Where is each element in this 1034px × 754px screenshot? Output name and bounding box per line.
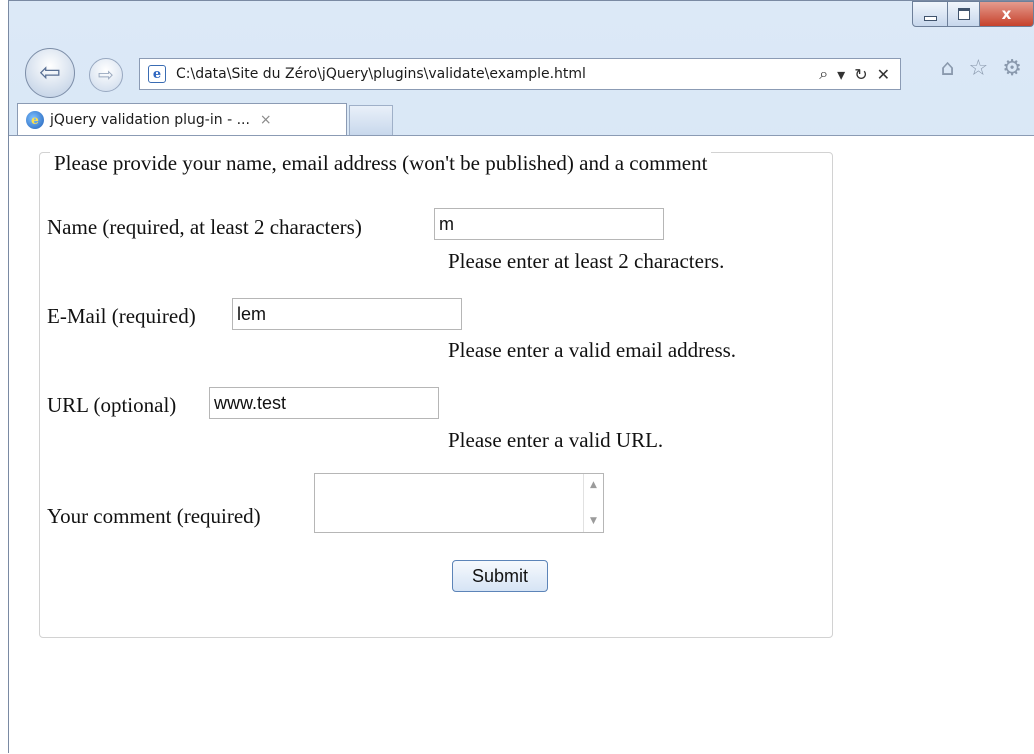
email-label: E-Mail (required) <box>47 304 196 328</box>
minimize-icon <box>923 15 937 21</box>
navigation-bar: ⇦ ⇨ e C:\data\Site du Zéro\jQuery\plugin… <box>9 48 1034 98</box>
scroll-up-arrow-icon[interactable]: ▲ <box>590 480 597 490</box>
favorites-star-icon[interactable]: ☆ <box>969 56 989 81</box>
minimize-button[interactable] <box>912 1 948 27</box>
forward-arrow-icon: ⇨ <box>98 64 114 86</box>
email-input[interactable]: lem <box>232 298 462 330</box>
url-error: Please enter a valid URL. <box>448 428 664 452</box>
forward-button[interactable]: ⇨ <box>89 58 123 92</box>
browser-tools: ⌂ ☆ ⚙ <box>941 56 1022 81</box>
page-content: Please provide your name, email address … <box>9 135 1034 754</box>
stop-icon[interactable]: ✕ <box>877 65 890 84</box>
name-error: Please enter at least 2 characters. <box>448 249 725 273</box>
url-label: URL (optional) <box>47 393 177 417</box>
address-tools: ⌕ ▾ ↻ ✕ <box>819 64 890 84</box>
new-tab-button[interactable] <box>349 105 393 135</box>
maximize-button[interactable] <box>948 1 980 27</box>
dropdown-icon[interactable]: ▾ <box>837 65 845 84</box>
scroll-down-arrow-icon[interactable]: ▼ <box>590 516 597 526</box>
search-icon[interactable]: ⌕ <box>819 64 828 84</box>
address-bar[interactable]: e C:\data\Site du Zéro\jQuery\plugins\va… <box>139 58 901 90</box>
window-caption-buttons: x <box>912 1 1034 27</box>
home-icon[interactable]: ⌂ <box>941 56 955 81</box>
comment-form-fieldset: Please provide your name, email address … <box>39 151 833 638</box>
email-error: Please enter a valid email address. <box>448 338 737 362</box>
close-window-button[interactable]: x <box>980 1 1034 27</box>
address-text[interactable]: C:\data\Site du Zéro\jQuery\plugins\vali… <box>176 66 819 82</box>
form-legend: Please provide your name, email address … <box>50 151 712 176</box>
tab-jquery-validation[interactable]: e jQuery validation plug-in - ... × <box>17 103 347 135</box>
url-input[interactable]: www.test <box>209 387 439 419</box>
tab-bar: e jQuery validation plug-in - ... × <box>9 103 1034 135</box>
settings-gear-icon[interactable]: ⚙ <box>1002 56 1022 81</box>
name-label: Name (required, at least 2 characters) <box>47 215 362 239</box>
back-arrow-icon: ⇦ <box>39 58 61 88</box>
submit-button[interactable]: Submit <box>452 560 548 592</box>
page-icon: e <box>148 65 166 83</box>
back-button[interactable]: ⇦ <box>25 48 75 98</box>
maximize-icon <box>957 8 970 20</box>
name-input[interactable]: m <box>434 208 664 240</box>
refresh-icon[interactable]: ↻ <box>854 65 867 84</box>
comment-label: Your comment (required) <box>47 504 261 528</box>
textarea-scrollbar[interactable]: ▲ ▼ <box>583 474 603 532</box>
tab-close-icon[interactable]: × <box>260 112 272 128</box>
tab-label: jQuery validation plug-in - ... <box>50 111 250 128</box>
comment-textarea[interactable]: ▲ ▼ <box>314 473 604 533</box>
close-icon: x <box>1001 4 1012 23</box>
ie-icon: e <box>26 110 44 129</box>
browser-window: x ⇦ ⇨ e C:\data\Site du Zéro\jQuery\plug… <box>8 0 1034 754</box>
